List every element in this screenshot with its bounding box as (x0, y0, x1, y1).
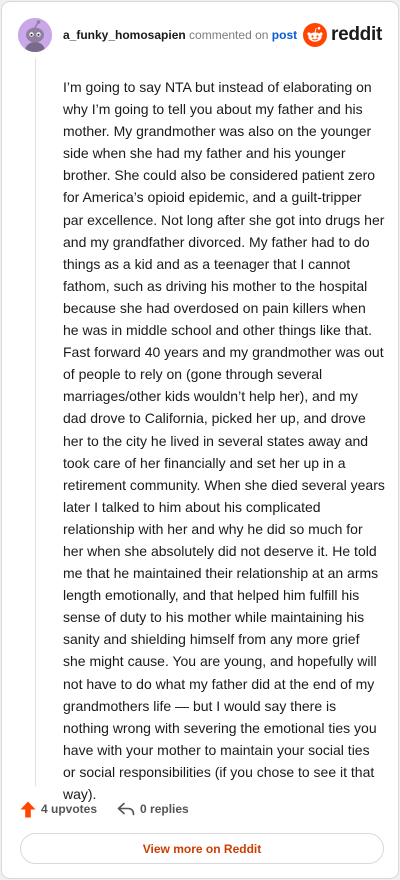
replies-button[interactable]: 0 replies (117, 802, 189, 816)
upvote-count: 4 upvotes (41, 802, 98, 816)
snoo-avatar-icon (18, 18, 52, 52)
view-more-button[interactable]: View more on Reddit (20, 833, 384, 864)
thread-line (35, 58, 36, 786)
author-username[interactable]: a_funky_homosapien (63, 28, 186, 42)
comment-card: a_funky_homosapien commented on post red… (1, 1, 399, 879)
post-link[interactable]: post (272, 28, 297, 42)
reply-arrow-icon (117, 802, 135, 816)
reddit-logo-icon (303, 23, 328, 47)
reply-count: 0 replies (140, 802, 189, 816)
upvote-arrow-icon[interactable] (20, 801, 36, 818)
comment-body: I’m going to say NTA but instead of elab… (63, 79, 385, 802)
comment-footer: 4 upvotes 0 replies (20, 799, 189, 819)
action-text: commented on (189, 28, 269, 42)
author-line: a_funky_homosapien commented on post (63, 28, 297, 42)
reddit-wordmark: reddit (331, 24, 382, 45)
avatar[interactable] (18, 18, 52, 52)
comment-header: a_funky_homosapien commented on post red… (18, 18, 382, 52)
reddit-brand[interactable]: reddit (303, 23, 382, 47)
